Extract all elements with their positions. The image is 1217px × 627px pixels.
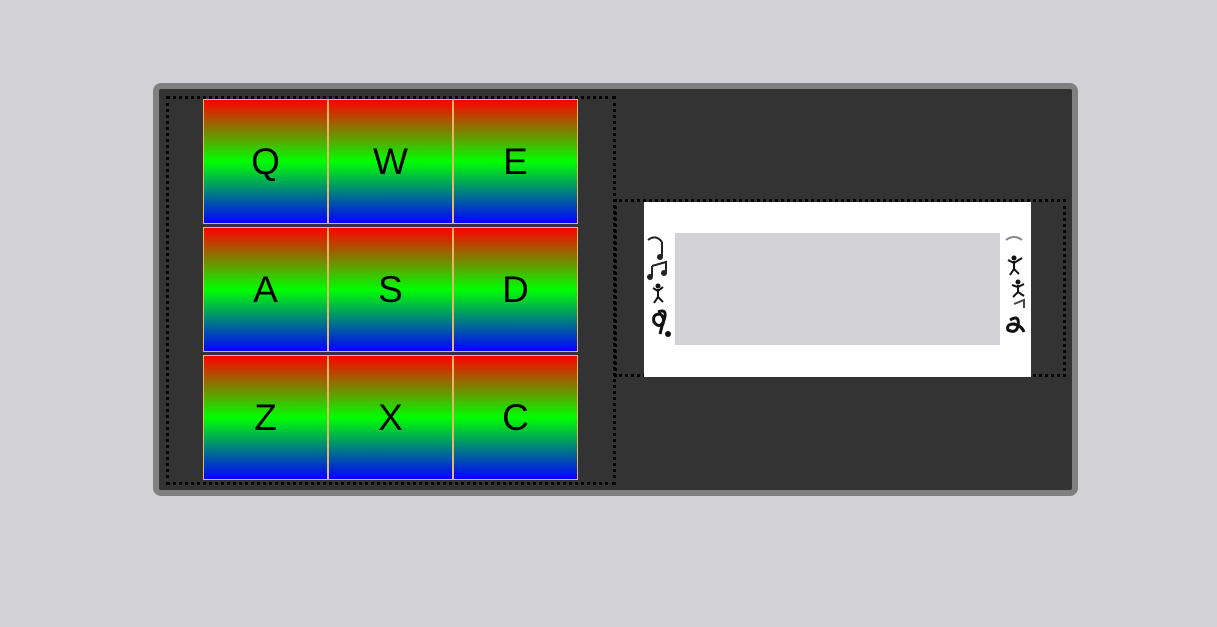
pad-bank: Q W E A S D Z X C — [166, 96, 616, 485]
music-notes-dancers-icon — [647, 236, 671, 337]
drum-pad-d[interactable]: D — [453, 227, 578, 352]
drum-pad-c[interactable]: C — [453, 355, 578, 480]
drum-pad-q[interactable]: Q — [203, 99, 328, 224]
drum-pad-a[interactable]: A — [203, 227, 328, 352]
drum-pad-w[interactable]: W — [328, 99, 453, 224]
drum-pad-s[interactable]: S — [328, 227, 453, 352]
pad-grid: Q W E A S D Z X C — [203, 99, 579, 480]
drum-pad-z[interactable]: Z — [203, 355, 328, 480]
control-panel — [614, 199, 1066, 377]
drum-pad-e[interactable]: E — [453, 99, 578, 224]
drum-pad-x[interactable]: X — [328, 355, 453, 480]
display-screen — [675, 233, 1000, 345]
display-frame — [644, 202, 1031, 377]
drum-machine: Q W E A S D Z X C — [153, 83, 1078, 496]
music-notes-dancers-icon — [1005, 236, 1026, 333]
